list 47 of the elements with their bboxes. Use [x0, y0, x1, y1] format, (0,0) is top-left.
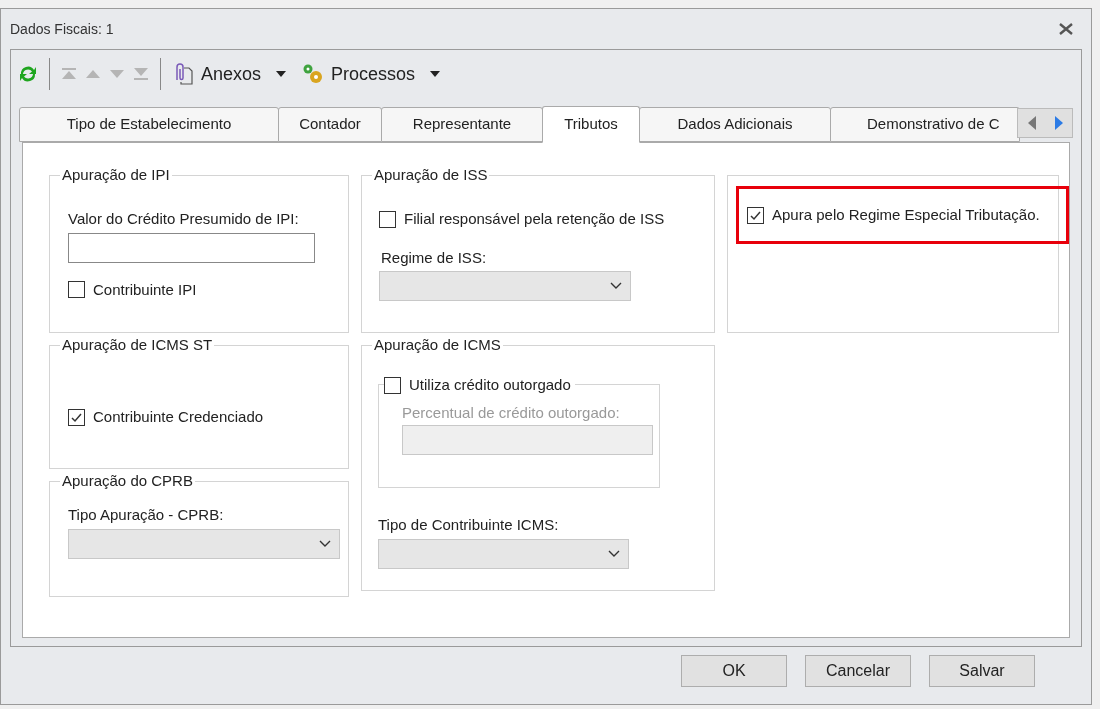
scroll-right-icon[interactable]: [1052, 115, 1065, 131]
last-record-icon[interactable]: [132, 67, 150, 81]
dropdown-field[interactable]: [379, 271, 631, 301]
checkbox[interactable]: [384, 376, 401, 394]
checkbox-label: Utiliza crédito outorgado: [409, 375, 571, 395]
tab[interactable]: Contador: [278, 107, 382, 142]
checkbox-label: Contribuinte Credenciado: [93, 407, 264, 427]
close-button[interactable]: [1058, 22, 1074, 36]
chevron-down-icon: [319, 539, 331, 548]
field-label: Regime de ISS:: [380, 247, 488, 268]
field-label: Percentual de crédito outorgado:: [402, 403, 621, 424]
caret-icon: [429, 70, 442, 78]
group-title: Apuração de ICMS ST: [60, 336, 215, 354]
dialog-button[interactable]: OK: [681, 655, 787, 687]
chevron-down-icon: [608, 549, 620, 558]
tab[interactable]: Dados Adicionais: [639, 107, 831, 142]
tab[interactable]: Representante: [381, 107, 543, 142]
checkbox[interactable]: [68, 408, 85, 426]
checkbox-label: Contribuinte IPI: [93, 279, 197, 300]
field-label: Tipo de Contribuinte ICMS:: [378, 515, 560, 535]
checkbox-label: Filial responsável pela retenção de ISS: [404, 209, 665, 229]
dropdown-field[interactable]: [68, 528, 340, 559]
toolbar-dropdown-button[interactable]: Anexos: [171, 60, 288, 88]
window-title: Dados Fiscais: 1: [10, 19, 114, 39]
chevron-down-icon: [610, 282, 622, 290]
input-field[interactable]: [402, 424, 653, 455]
tab[interactable]: Tributos: [542, 106, 640, 143]
dropdown-field[interactable]: [378, 538, 629, 569]
caret-icon: [275, 70, 288, 78]
group-title: Apuração de IPI: [60, 166, 172, 184]
tab[interactable]: Tipo de Estabelecimento: [19, 107, 279, 142]
checkbox[interactable]: [747, 206, 764, 224]
input-field[interactable]: [68, 232, 315, 263]
checkbox[interactable]: [379, 210, 396, 228]
group-title: Apuração do CPRB: [60, 472, 195, 490]
group-title: Apuração de ISS: [372, 166, 490, 184]
first-record-icon[interactable]: [60, 67, 78, 81]
group-title: Apuração de ICMS: [372, 336, 503, 354]
tab[interactable]: Demonstrativo de C: [830, 107, 1020, 142]
toolbar-dropdown-button[interactable]: Processos: [301, 60, 442, 88]
checkbox[interactable]: [68, 281, 85, 299]
dialog-button[interactable]: Salvar: [929, 655, 1035, 687]
field-label: Tipo Apuração - CPRB:: [68, 505, 225, 525]
checkbox-label: Apura pelo Regime Especial Tributação.: [772, 204, 1040, 225]
field-label: Valor do Crédito Presumido de IPI:: [68, 209, 300, 229]
refresh-icon[interactable]: [17, 63, 39, 85]
dialog-button[interactable]: Cancelar: [805, 655, 911, 687]
